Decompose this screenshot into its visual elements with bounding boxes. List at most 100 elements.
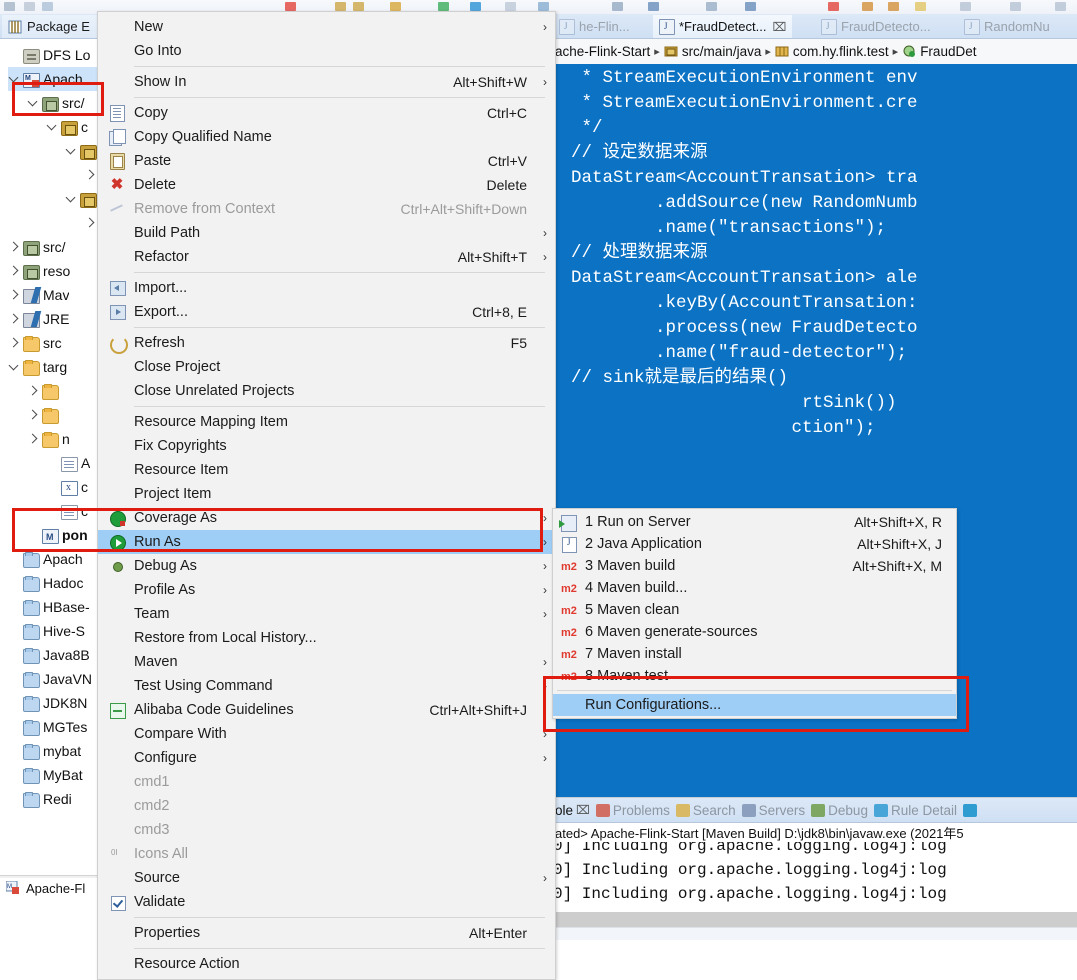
submenu-item-6-maven-generate-sources[interactable]: m2 6 Maven generate-sources: [553, 621, 956, 643]
menu-item-coverage-as[interactable]: Coverage As ›: [98, 506, 555, 530]
twisty-right-icon[interactable]: [27, 385, 39, 397]
toolbar-icon-5[interactable]: [335, 2, 346, 11]
twisty-down-icon[interactable]: [27, 97, 39, 109]
menu-item-test-using-command[interactable]: Test Using Command ›: [98, 674, 555, 698]
twisty-right-icon[interactable]: [84, 217, 96, 229]
twisty-right-icon[interactable]: [27, 433, 39, 445]
menu-item-resource-mapping-item[interactable]: Resource Mapping Item: [98, 410, 555, 434]
menu-item-close-unrelated-projects[interactable]: Close Unrelated Projects: [98, 379, 555, 403]
toolbar-icon-12[interactable]: [612, 2, 623, 11]
console-tab-servers[interactable]: Servers: [741, 803, 805, 818]
toolbar-icon-15[interactable]: [745, 2, 756, 11]
toolbar-icon-17[interactable]: [862, 2, 873, 11]
submenu-item-7-maven-install[interactable]: m2 7 Maven install: [553, 643, 956, 665]
menu-item-import[interactable]: Import...: [98, 276, 555, 300]
editor-tab-2[interactable]: FraudDetecto...: [815, 15, 937, 38]
toolbar-icon-7[interactable]: [390, 2, 401, 11]
menu-item-new[interactable]: New ›: [98, 15, 555, 39]
menu-item-delete[interactable]: ✖ Delete Delete: [98, 173, 555, 197]
breadcrumb-item-2[interactable]: com.hy.flink.test: [793, 44, 889, 59]
toolbar-icon-2[interactable]: [24, 2, 35, 11]
menu-item-validate[interactable]: Validate: [98, 890, 555, 914]
submenu-item-run-configurations[interactable]: Run Configurations...: [553, 694, 956, 716]
toolbar-icon-4[interactable]: [285, 2, 296, 11]
toolbar-icon-8[interactable]: [438, 2, 449, 11]
submenu-item-8-maven-test[interactable]: m2 8 Maven test: [553, 665, 956, 687]
twisty-down-icon[interactable]: [46, 121, 58, 133]
toolbar-icon-18[interactable]: [888, 2, 899, 11]
menu-item-close-project[interactable]: Close Project: [98, 355, 555, 379]
breadcrumb[interactable]: ache-Flink-Start ▸ src/main/java ▸ com.hy.fl…: [553, 39, 1077, 65]
menu-item-resource-item[interactable]: Resource Item: [98, 458, 555, 482]
twisty-right-icon[interactable]: [27, 409, 39, 421]
twisty-right-icon[interactable]: [8, 241, 20, 253]
toolbar-icon-9[interactable]: [470, 2, 481, 11]
twisty-right-icon[interactable]: [84, 169, 96, 181]
menu-item-project-item[interactable]: Project Item: [98, 482, 555, 506]
menu-item-team[interactable]: Team ›: [98, 602, 555, 626]
menu-item-compare-with[interactable]: Compare With ›: [98, 722, 555, 746]
console-tab-search[interactable]: Search: [675, 803, 736, 818]
menu-item-export[interactable]: Export... Ctrl+8, E: [98, 300, 555, 324]
submenu-item-1-run-on-server[interactable]: 1 Run on Server Alt+Shift+X, R: [553, 511, 956, 533]
console-horizontal-scrollbar[interactable]: [553, 912, 1077, 927]
submenu-item-5-maven-clean[interactable]: m2 5 Maven clean: [553, 599, 956, 621]
menu-item-refactor[interactable]: Refactor Alt+Shift+T ›: [98, 245, 555, 269]
toolbar-icon-19[interactable]: [915, 2, 926, 11]
menu-item-configure[interactable]: Configure ›: [98, 746, 555, 770]
menu-item-maven[interactable]: Maven ›: [98, 650, 555, 674]
menu-item-run-as[interactable]: Run As ›: [98, 530, 555, 554]
submenu-item-4-maven-build[interactable]: m2 4 Maven build...: [553, 577, 956, 599]
breadcrumb-item-0[interactable]: ache-Flink-Start: [555, 44, 650, 59]
toolbar-icon-6[interactable]: [353, 2, 364, 11]
menu-item-copy[interactable]: Copy Ctrl+C: [98, 101, 555, 125]
menu-item-profile-as[interactable]: Profile As ›: [98, 578, 555, 602]
toolbar-icon-14[interactable]: [706, 2, 717, 11]
twisty-right-icon[interactable]: [8, 337, 20, 349]
menu-item-restore-from-local-history[interactable]: Restore from Local History...: [98, 626, 555, 650]
submenu-item-2-java-application[interactable]: 2 Java Application Alt+Shift+X, J: [553, 533, 956, 555]
console-tab-ruledetail[interactable]: Rule Detail: [873, 803, 957, 818]
toolbar-icon-1[interactable]: [4, 2, 15, 11]
twisty-right-icon[interactable]: [8, 265, 20, 277]
toolbar-icon-10[interactable]: [505, 2, 516, 11]
menu-item-resource-action[interactable]: Resource Action: [98, 952, 555, 976]
twisty-right-icon[interactable]: [8, 289, 20, 301]
breadcrumb-item-1[interactable]: src/main/java: [682, 44, 762, 59]
submenu-item-3-maven-build[interactable]: m2 3 Maven build Alt+Shift+X, M: [553, 555, 956, 577]
breadcrumb-item-3[interactable]: FraudDet: [920, 44, 976, 59]
menu-item-paste[interactable]: Paste Ctrl+V: [98, 149, 555, 173]
run-as-submenu[interactable]: 1 Run on Server Alt+Shift+X, R 2 Java Appl…: [552, 508, 957, 719]
menu-item-refresh[interactable]: Refresh F5: [98, 331, 555, 355]
menu-item-alibaba-code-guidelines[interactable]: Alibaba Code Guidelines Ctrl+Alt+Shift+J: [98, 698, 555, 722]
toolbar-icon-20[interactable]: [960, 2, 971, 11]
toolbar-icon-11[interactable]: [538, 2, 549, 11]
close-icon[interactable]: ⌧: [772, 20, 786, 34]
editor-tab-3[interactable]: RandomNu: [958, 15, 1056, 38]
menu-item-show-in[interactable]: Show In Alt+Shift+W ›: [98, 70, 555, 94]
tab-package-explorer[interactable]: Package E: [2, 15, 98, 38]
menu-item-properties[interactable]: Properties Alt+Enter: [98, 921, 555, 945]
menu-item-source[interactable]: Source ›: [98, 866, 555, 890]
menu-item-fix-copyrights[interactable]: Fix Copyrights: [98, 434, 555, 458]
toolbar-icon-3[interactable]: [42, 2, 53, 11]
toolbar-icon-22[interactable]: [1055, 2, 1066, 11]
console-tab-debug[interactable]: Debug: [811, 803, 868, 818]
console-tab-ole[interactable]: ole ⌧: [555, 803, 590, 818]
menu-item-debug-as[interactable]: Debug As ›: [98, 554, 555, 578]
menu-item-go-into[interactable]: Go Into: [98, 39, 555, 63]
twisty-down-icon[interactable]: [65, 193, 77, 205]
menu-item-build-path[interactable]: Build Path ›: [98, 221, 555, 245]
close-icon[interactable]: ⌧: [576, 803, 590, 817]
console-output[interactable]: 0] Including org.apache.logging.log4j:lo…: [553, 842, 1077, 912]
rule-detail-icon-2[interactable]: [963, 803, 977, 817]
menu-item-copy-qualified-name[interactable]: Copy Qualified Name: [98, 125, 555, 149]
twisty-down-icon[interactable]: [8, 73, 20, 85]
editor-tab-1[interactable]: *FraudDetect... ⌧: [653, 15, 793, 38]
toolbar-icon-13[interactable]: [648, 2, 659, 11]
twisty-right-icon[interactable]: [8, 313, 20, 325]
toolbar-icon-16[interactable]: [828, 2, 839, 11]
editor-tab-0[interactable]: he-Flin...: [553, 15, 636, 38]
toolbar-icon-21[interactable]: [1010, 2, 1021, 11]
twisty-down-icon[interactable]: [65, 145, 77, 157]
